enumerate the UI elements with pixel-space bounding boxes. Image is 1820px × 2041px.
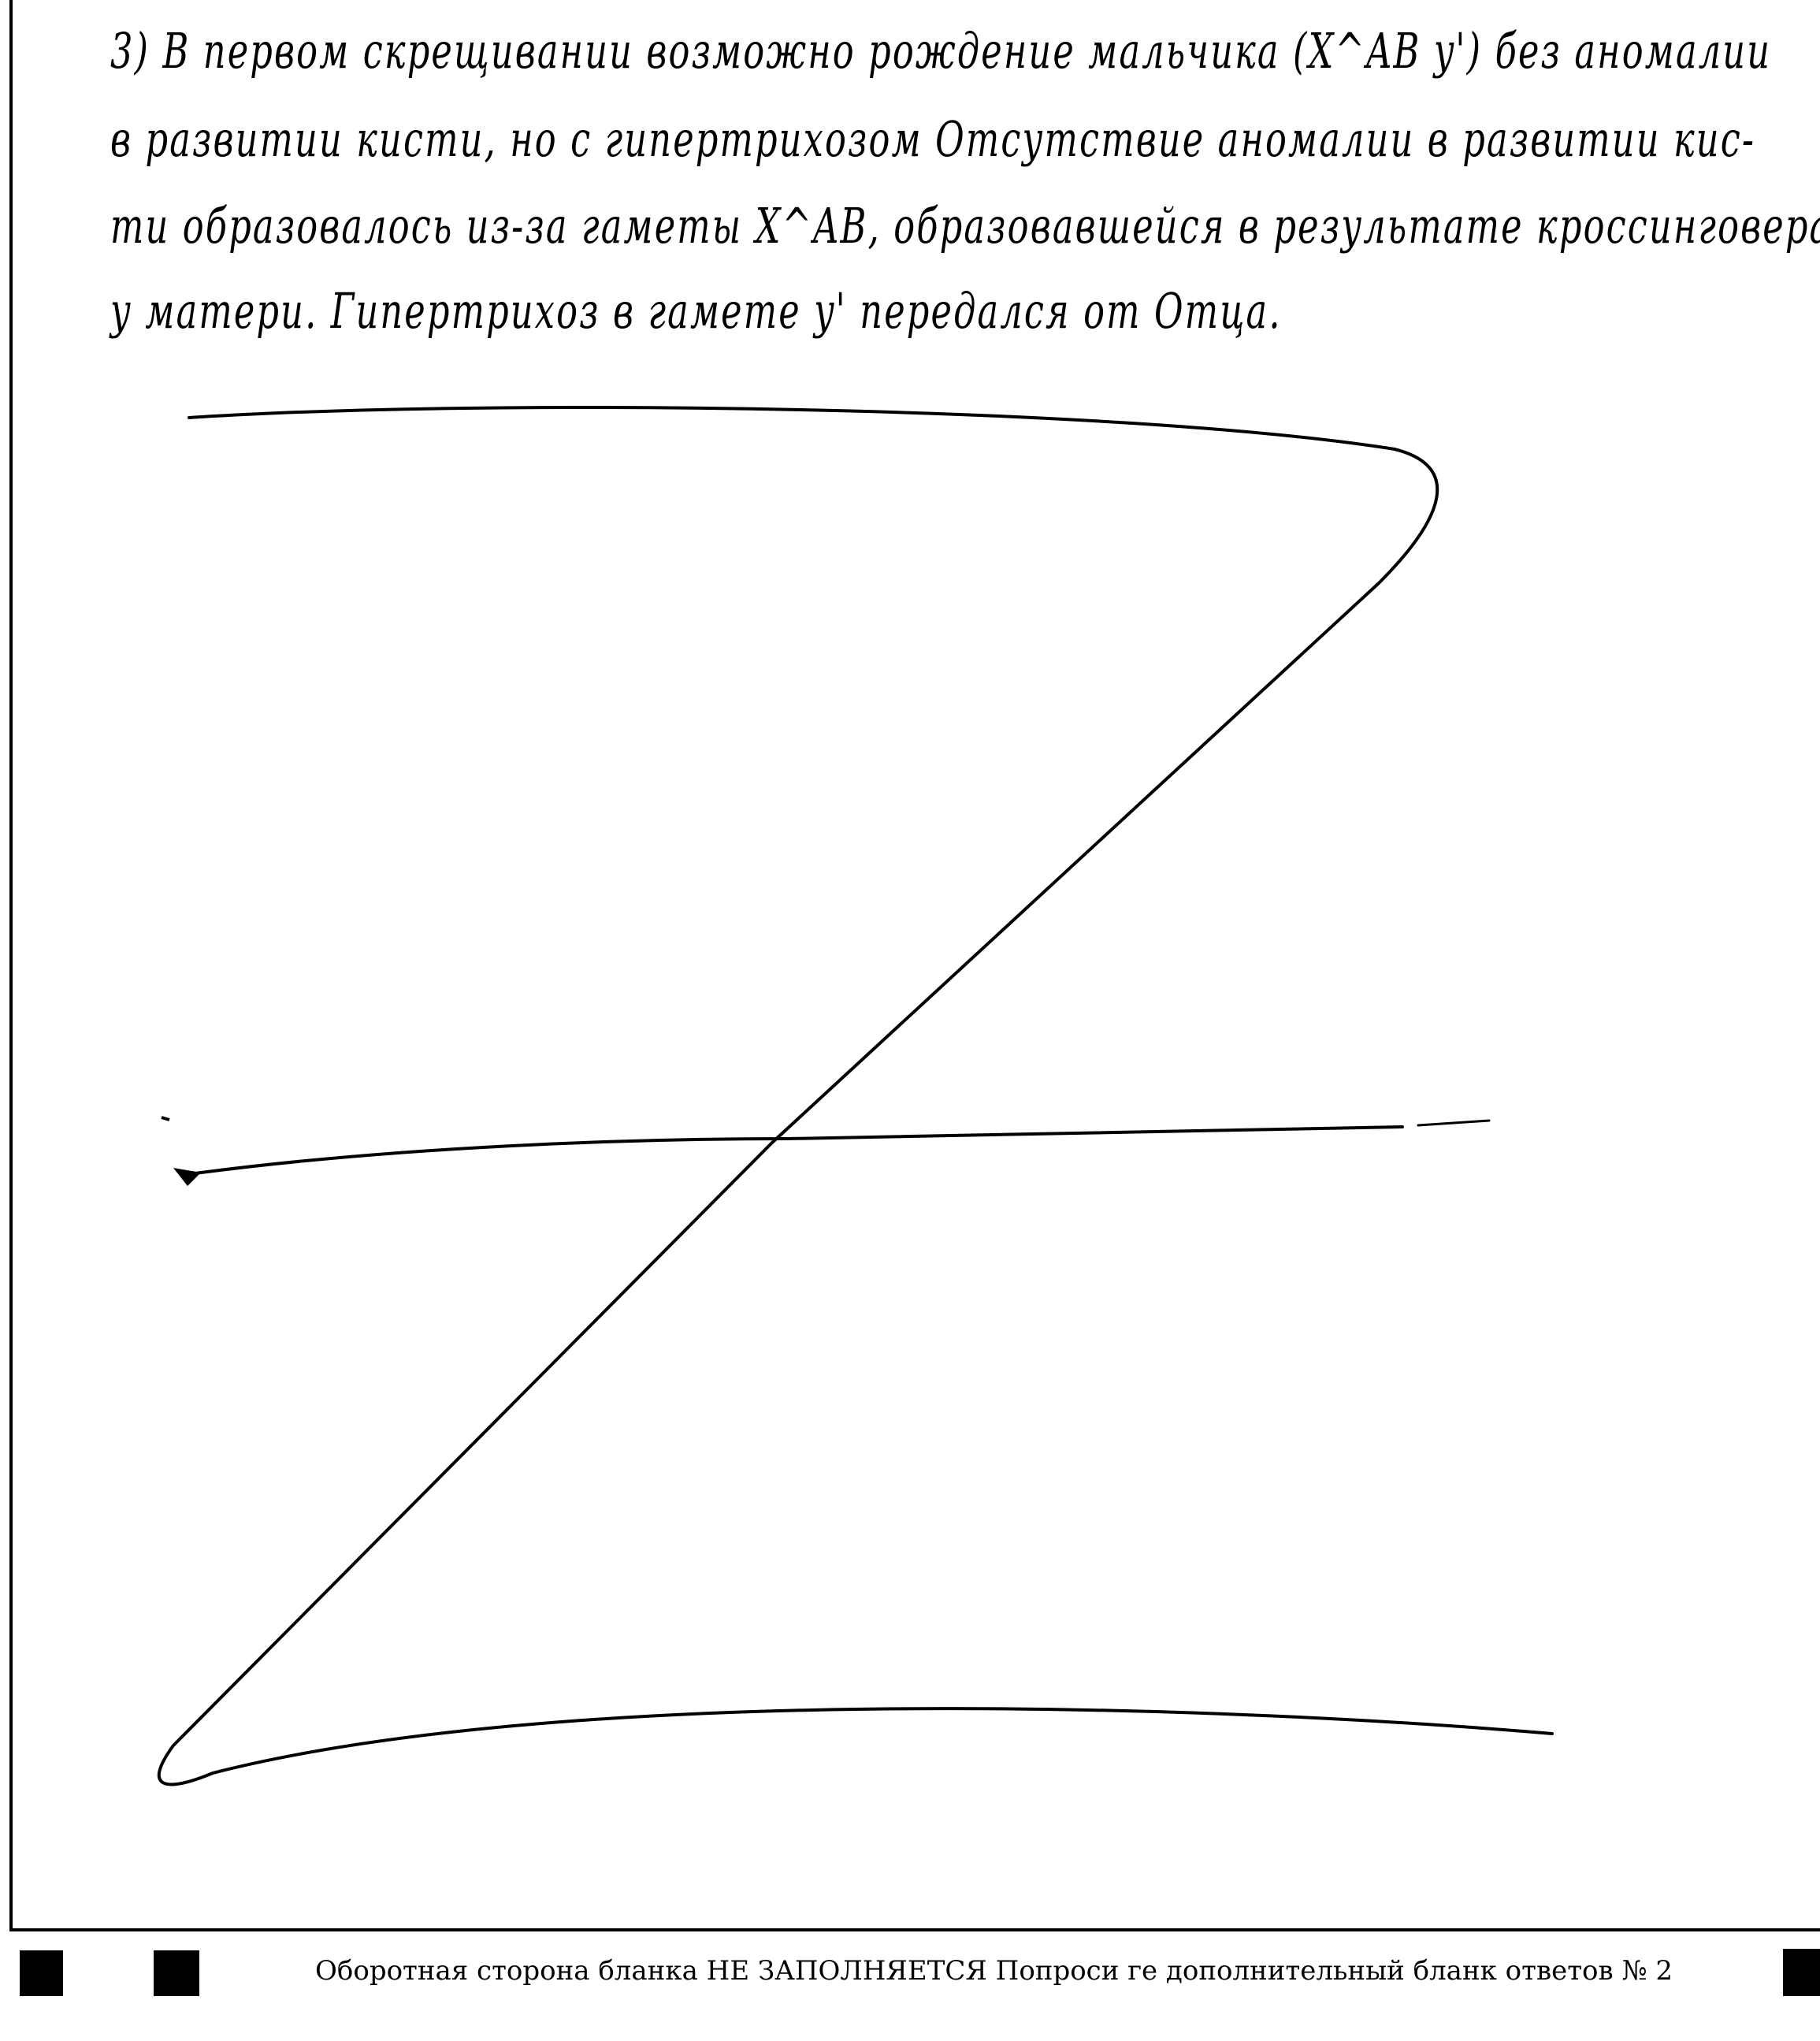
footer-instruction: Оборотная сторона бланка НЕ ЗАПОЛНЯЕТСЯ … — [315, 1955, 1673, 1987]
ink-tick — [161, 1116, 170, 1121]
registration-mark-right — [1783, 1949, 1820, 1996]
z-strike-mark — [157, 406, 1554, 1786]
registration-mark-left — [20, 1950, 63, 1996]
z-stroke — [157, 406, 1554, 1786]
ink-blot — [173, 1168, 201, 1186]
registration-mark-second — [154, 1950, 199, 1996]
answer-sheet: 3) В первом скрещивании возможно рождени… — [0, 0, 1820, 2041]
crossbar-stroke — [188, 1125, 1404, 1176]
crossbar-dash — [1417, 1119, 1491, 1127]
